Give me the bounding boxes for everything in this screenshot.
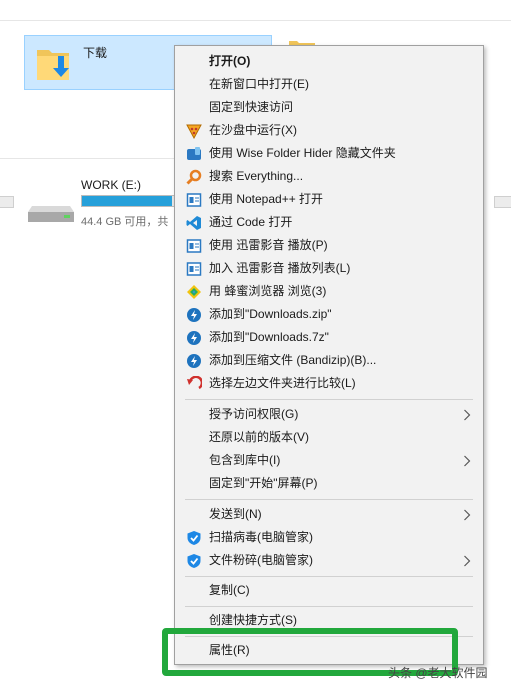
chevron-right-icon (464, 555, 471, 567)
menu-item-honey-browser[interactable]: 用 蜂蜜浏览器 浏览(3) (175, 280, 483, 303)
wise-folder-hider-icon (187, 147, 201, 160)
context-menu: 打开(O) 在新窗口中打开(E) 固定到快速访问 在沙盘中运行(X) 使用 Wi… (174, 45, 484, 665)
menu-item-label: 在沙盘中运行(X) (209, 123, 297, 137)
bandizip-icon (187, 331, 201, 345)
menu-item-label: 用 蜂蜜浏览器 浏览(3) (209, 284, 327, 298)
watermark: 头条 @老大软件园 (388, 666, 488, 680)
menu-separator (185, 606, 473, 607)
menu-item-label: 搜索 Everything... (209, 169, 304, 183)
menu-item-grant-access[interactable]: 授予访问权限(G) (175, 403, 483, 426)
menu-item-label: 固定到"开始"屏幕(P) (209, 476, 318, 490)
menu-item-label: 发送到(N) (209, 507, 262, 521)
menu-item-xunlei-play[interactable]: 使用 迅雷影音 播放(P) (175, 234, 483, 257)
adjacent-drive-edge-right (494, 196, 511, 208)
vscode-icon (186, 216, 201, 230)
menu-item-label: 固定到快速访问 (209, 100, 294, 114)
chevron-right-icon (464, 509, 471, 521)
menu-item-label: 加入 迅雷影音 播放列表(L) (209, 261, 351, 275)
menu-item-label: 还原以前的版本(V) (209, 430, 309, 444)
menu-item-label: 使用 Wise Folder Hider 隐藏文件夹 (209, 146, 396, 160)
tencent-pc-manager-icon (187, 531, 201, 545)
menu-item-pin-start[interactable]: 固定到"开始"屏幕(P) (175, 472, 483, 495)
menu-item-pin-quick-access[interactable]: 固定到快速访问 (175, 96, 483, 119)
menu-separator (185, 576, 473, 577)
top-divider (0, 20, 511, 21)
notepad-plus-plus-icon (186, 193, 202, 207)
menu-item-xunlei-playlist[interactable]: 加入 迅雷影音 播放列表(L) (175, 257, 483, 280)
xunlei-player-icon (186, 239, 202, 253)
drive-name: WORK (E:) (81, 178, 141, 192)
menu-item-label: 包含到库中(I) (209, 453, 281, 467)
menu-item-label: 复制(C) (209, 583, 250, 597)
honey-browser-icon (187, 285, 201, 299)
menu-item-restore-previous[interactable]: 还原以前的版本(V) (175, 426, 483, 449)
menu-item-label: 授予访问权限(G) (209, 407, 299, 421)
menu-item-label: 使用 Notepad++ 打开 (209, 192, 324, 206)
menu-item-label: 添加到"Downloads.zip" (209, 307, 332, 321)
chevron-right-icon (464, 409, 471, 421)
menu-item-search-everything[interactable]: 搜索 Everything... (175, 165, 483, 188)
downloads-folder-icon (37, 50, 69, 80)
menu-item-add-archive[interactable]: 添加到压缩文件 (Bandizip)(B)... (175, 349, 483, 372)
menu-item-wise-folder-hider[interactable]: 使用 Wise Folder Hider 隐藏文件夹 (175, 142, 483, 165)
menu-item-open-with-code[interactable]: 通过 Code 打开 (175, 211, 483, 234)
chevron-right-icon (464, 455, 471, 467)
menu-item-add-zip[interactable]: 添加到"Downloads.zip" (175, 303, 483, 326)
menu-separator (185, 399, 473, 400)
menu-item-add-7z[interactable]: 添加到"Downloads.7z" (175, 326, 483, 349)
downloads-folder-label: 下载 (83, 46, 108, 60)
hard-drive-icon (28, 206, 74, 222)
drive-usage-fill (82, 196, 173, 206)
menu-item-label: 打开(O) (209, 54, 251, 68)
menu-item-compare-left[interactable]: 选择左边文件夹进行比较(L) (175, 372, 483, 395)
menu-item-label: 选择左边文件夹进行比较(L) (209, 376, 356, 390)
menu-item-include-library[interactable]: 包含到库中(I) (175, 449, 483, 472)
xunlei-playlist-icon (186, 262, 202, 276)
menu-item-scan-virus[interactable]: 扫描病毒(电脑管家) (175, 526, 483, 549)
menu-item-label: 使用 迅雷影音 播放(P) (209, 238, 328, 252)
section-divider (0, 158, 174, 159)
bandizip-icon (187, 308, 201, 322)
drive-free-text: 44.4 GB 可用，共 (81, 216, 169, 228)
compare-icon (187, 376, 202, 390)
menu-item-copy[interactable]: 复制(C) (175, 579, 483, 602)
drive-usage-bar (81, 195, 176, 207)
menu-item-open[interactable]: 打开(O) (175, 50, 483, 73)
adjacent-drive-edge-left (0, 196, 14, 208)
menu-item-label: 通过 Code 打开 (209, 215, 293, 229)
menu-item-open-new-window[interactable]: 在新窗口中打开(E) (175, 73, 483, 96)
menu-item-label: 文件粉碎(电脑管家) (209, 553, 313, 567)
menu-item-run-sandboxed[interactable]: 在沙盘中运行(X) (175, 119, 483, 142)
menu-item-label: 在新窗口中打开(E) (209, 77, 309, 91)
menu-separator (185, 499, 473, 500)
everything-search-icon (186, 169, 202, 185)
menu-item-send-to[interactable]: 发送到(N) (175, 503, 483, 526)
menu-item-label: 添加到"Downloads.7z" (209, 330, 329, 344)
sandbox-icon (186, 124, 202, 139)
bandizip-icon (187, 354, 201, 368)
menu-item-file-shred[interactable]: 文件粉碎(电脑管家) (175, 549, 483, 572)
tencent-pc-manager-icon (187, 554, 201, 568)
menu-item-notepad-plus-plus[interactable]: 使用 Notepad++ 打开 (175, 188, 483, 211)
menu-item-label: 添加到压缩文件 (Bandizip)(B)... (209, 353, 377, 367)
menu-item-label: 扫描病毒(电脑管家) (209, 530, 313, 544)
